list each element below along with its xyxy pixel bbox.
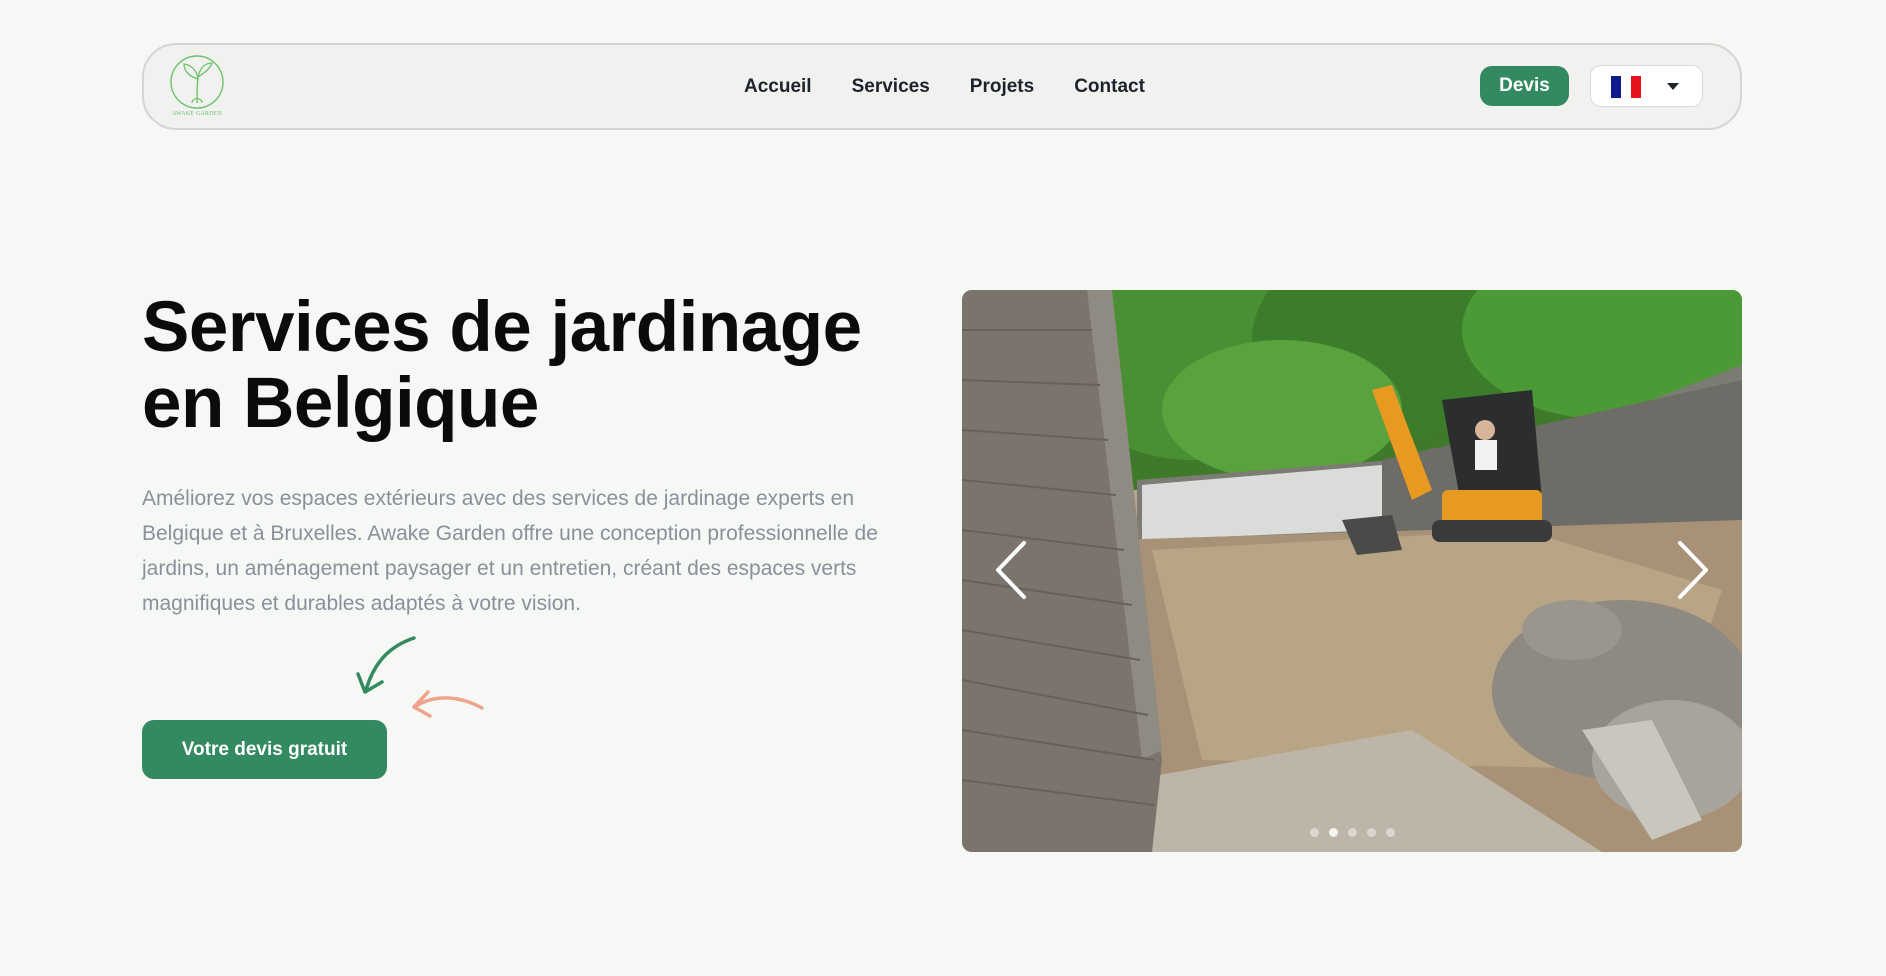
nav-link-accueil[interactable]: Accueil [744,76,812,98]
caret-down-icon [1667,83,1679,90]
image-carousel[interactable] [962,290,1742,852]
hero-title-line-1: Services de jardinage [142,288,862,367]
nav-link-projets[interactable]: Projets [970,76,1034,98]
carousel-dot[interactable] [1385,828,1395,837]
main-nav: Accueil Services Projets Contact [744,45,1145,128]
carousel-prev-button[interactable] [990,535,1040,605]
carousel-next-button[interactable] [1664,535,1714,605]
nav-link-services[interactable]: Services [852,76,930,98]
carousel-dot[interactable] [1309,828,1319,837]
devis-button[interactable]: Devis [1480,66,1569,106]
chevron-left-icon [996,541,1026,599]
carousel-slide-image [962,290,1742,852]
flag-france-icon [1611,76,1641,98]
carousel-dot[interactable] [1347,828,1357,837]
carousel-dot[interactable] [1366,828,1376,837]
decorative-arrows-icon [356,636,484,718]
navbar: AWAKE GARDEN Accueil Services Projets Co… [142,43,1742,130]
hero-description: Améliorez vos espaces extérieurs avec de… [142,487,878,615]
logo[interactable]: AWAKE GARDEN [168,53,226,121]
nav-link-contact[interactable]: Contact [1074,76,1145,98]
carousel-dot-active[interactable] [1328,828,1338,837]
chevron-right-icon [1678,541,1708,599]
language-select[interactable] [1590,65,1703,107]
page: AWAKE GARDEN Accueil Services Projets Co… [0,0,1886,976]
hero-title: Services de jardinage en Belgique [142,290,922,442]
hero-title-line-2: en Belgique [142,364,539,443]
free-quote-button[interactable]: Votre devis gratuit [142,720,387,779]
carousel-indicators [962,828,1742,837]
logo-text: AWAKE GARDEN [171,111,223,117]
